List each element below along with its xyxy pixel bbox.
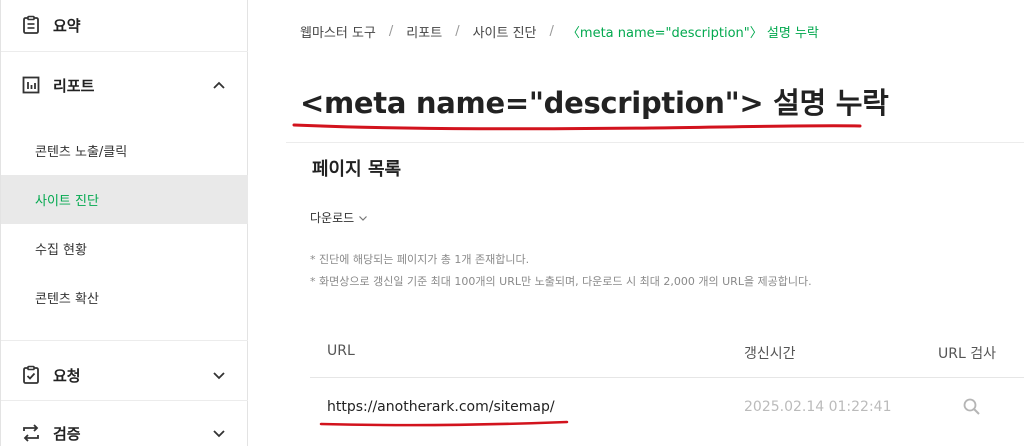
clipboard-check-icon (21, 365, 41, 385)
info-note: * 화면상으로 갱신일 기준 최대 100개의 URL만 노출되며, 다운로드 … (310, 275, 812, 288)
search-icon[interactable] (962, 397, 982, 417)
sidebar-subitem-label: 수집 현황 (35, 243, 87, 258)
repeat-icon (21, 423, 41, 443)
breadcrumb: 웹마스터 도구 / 리포트 / 사이트 진단 / 〈meta name="des… (300, 22, 819, 41)
sidebar-subitem-content-spread[interactable]: 콘텐츠 확산 (1, 273, 248, 322)
sidebar-item-summary[interactable]: 요약 (1, 0, 248, 50)
page-list-card: 페이지 목록 다운로드 * 진단에 해당되는 페이지가 총 1개 존재합니다. … (286, 143, 1024, 446)
bar-chart-icon (21, 75, 41, 95)
sidebar-subitem-site-diagnosis[interactable]: 사이트 진단 (1, 175, 248, 224)
divider (1, 400, 248, 401)
sidebar-item-label: 검증 (53, 424, 81, 443)
sidebar-item-label: 요약 (53, 16, 81, 35)
breadcrumb-item-current: 〈meta name="description"〉 설명 누락 (566, 26, 819, 41)
breadcrumb-item-report[interactable]: 리포트 (406, 22, 442, 41)
chevron-down-icon[interactable] (212, 425, 226, 439)
column-header-url: URL (327, 343, 355, 359)
download-dropdown[interactable]: 다운로드 (310, 209, 368, 226)
url-link[interactable]: https://anotherark.com/sitemap/ (327, 399, 555, 415)
table-header: URL 갱신시간 URL 검사 (310, 333, 1024, 378)
sidebar-item-verify[interactable]: 검증 (1, 408, 248, 446)
main-content: 웹마스터 도구 / 리포트 / 사이트 진단 / 〈meta name="des… (248, 0, 1024, 446)
sidebar-item-label: 요청 (53, 366, 81, 385)
sidebar-item-report[interactable]: 리포트 (1, 60, 248, 110)
clipboard-icon (21, 15, 41, 35)
divider (1, 340, 248, 341)
chevron-down-icon (359, 215, 368, 221)
sidebar: 요약 리포트 콘텐츠 노출/클릭 사이트 진단 수집 현황 콘텐츠 확산 요청 (0, 0, 248, 446)
divider (1, 51, 248, 52)
breadcrumb-separator: / (388, 24, 394, 39)
sidebar-subitem-label: 콘텐츠 노출/클릭 (35, 145, 128, 160)
info-note: * 진단에 해당되는 페이지가 총 1개 존재합니다. (310, 253, 530, 266)
breadcrumb-separator: / (549, 24, 554, 39)
chevron-up-icon[interactable] (212, 77, 226, 91)
breadcrumb-item-site-diagnosis[interactable]: 사이트 진단 (473, 22, 537, 41)
table-row: https://anotherark.com/sitemap/ 2025.02.… (310, 379, 1024, 439)
sidebar-subitem-label: 사이트 진단 (35, 194, 99, 209)
sidebar-item-label: 리포트 (53, 76, 95, 95)
updated-time: 2025.02.14 01:22:41 (744, 399, 892, 415)
breadcrumb-item-webmaster[interactable]: 웹마스터 도구 (300, 22, 376, 41)
breadcrumb-separator: / (455, 24, 460, 39)
column-header-updated: 갱신시간 (744, 346, 796, 362)
sidebar-subitem-content-exposure[interactable]: 콘텐츠 노출/클릭 (1, 126, 248, 175)
chevron-down-icon[interactable] (212, 367, 226, 381)
download-label: 다운로드 (310, 211, 355, 225)
sidebar-item-request[interactable]: 요청 (1, 350, 248, 400)
sidebar-subitem-label: 콘텐츠 확산 (35, 292, 99, 307)
section-title: 페이지 목록 (312, 159, 402, 180)
annotation-underline-url (319, 420, 569, 427)
annotation-underline-title (292, 123, 862, 131)
sidebar-subitem-collection-status[interactable]: 수집 현황 (1, 224, 248, 273)
column-header-url-inspect: URL 검사 (938, 346, 996, 362)
page-title: <meta name="description"> 설명 누락 (300, 86, 889, 120)
